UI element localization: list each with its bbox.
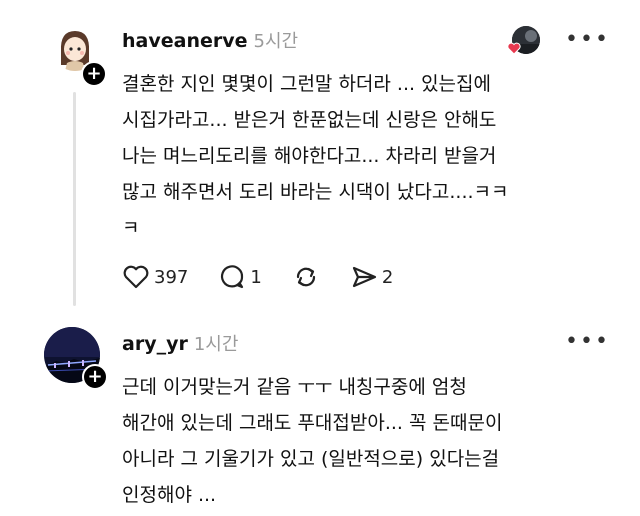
action-bar: 397 1 2 [122, 264, 423, 290]
username[interactable]: ary_yr 1시간 [122, 330, 238, 356]
like-button[interactable]: 397 [122, 264, 188, 290]
reply-button[interactable]: 1 [218, 264, 262, 290]
comment-icon [221, 265, 244, 289]
repost-icon [296, 267, 315, 287]
username-text[interactable]: haveanerve [122, 30, 248, 52]
follow-plus-icon[interactable]: + [81, 61, 107, 87]
post-text: 근데 이거맞는거 같음 ㅜㅜ 내칭구중에 엄청 해간애 있는데 그래도 푸대접받… [122, 376, 503, 506]
post-time: 1시간 [193, 334, 239, 355]
thread-line [73, 92, 76, 306]
share-count: 2 [381, 266, 394, 288]
username-text[interactable]: ary_yr [122, 333, 188, 355]
more-options-icon[interactable]: ••• [565, 331, 610, 353]
post-time: 5시간 [253, 31, 299, 52]
follow-plus-icon[interactable]: + [82, 364, 108, 390]
username[interactable]: haveanerve 5시간 [122, 27, 298, 53]
heart-icon [123, 265, 149, 289]
reply-count: 1 [250, 266, 262, 288]
more-options-icon[interactable]: ••• [565, 29, 610, 51]
repost-button[interactable] [292, 264, 320, 290]
like-count: 397 [154, 266, 189, 288]
post-text: 결혼한 지인 몇몇이 그런말 하더라 ... 있는집에 시집가라고... 받은거… [122, 73, 509, 239]
share-button[interactable]: 2 [350, 264, 393, 290]
liked-heart-badge-icon [507, 40, 521, 59]
send-icon [352, 266, 376, 288]
